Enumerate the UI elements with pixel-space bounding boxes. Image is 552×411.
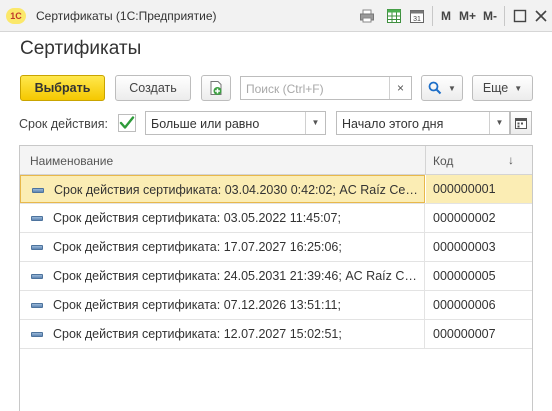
code-cell[interactable]: 000000002 xyxy=(426,204,532,232)
chevron-down-icon[interactable]: ▼ xyxy=(305,112,325,134)
row-item-icon xyxy=(31,245,43,250)
name-cell[interactable]: Срок действия сертификата: 07.12.2026 13… xyxy=(20,291,425,319)
calendar-icon xyxy=(515,118,527,129)
table-row[interactable]: Срок действия сертификата: 12.07.2027 15… xyxy=(20,320,532,349)
sort-arrow-icon: ↓ xyxy=(508,153,514,167)
certificate-name: Срок действия сертификата: 17.07.2027 16… xyxy=(53,240,342,254)
certificate-code: 000000007 xyxy=(433,327,496,341)
chevron-down-icon: ▼ xyxy=(448,83,456,93)
certificate-name: Срок действия сертификата: 24.05.2031 21… xyxy=(53,269,421,283)
table-row[interactable]: Срок действия сертификата: 03.04.2030 0:… xyxy=(20,175,532,204)
row-item-icon xyxy=(32,188,44,193)
code-cell[interactable]: 000000005 xyxy=(426,262,532,290)
date-value: Начало этого дня xyxy=(342,117,444,131)
table-row[interactable]: Срок действия сертификата: 24.05.2031 21… xyxy=(20,262,532,291)
calendar-icon[interactable]: 31 xyxy=(409,8,425,24)
more-button[interactable]: Еще ▼ xyxy=(472,75,533,101)
select-button[interactable]: Выбрать xyxy=(20,75,105,101)
search-button[interactable]: ▼ xyxy=(421,75,463,101)
certificate-code: 000000003 xyxy=(433,240,496,254)
name-cell[interactable]: Срок действия сертификата: 17.07.2027 16… xyxy=(20,233,425,261)
certificate-code: 000000006 xyxy=(433,298,496,312)
calendar-button[interactable] xyxy=(510,111,532,135)
validity-filter-label: Срок действия: xyxy=(19,117,108,131)
row-item-icon xyxy=(31,332,43,337)
search-input[interactable]: Поиск (Ctrl+F) × xyxy=(240,76,412,100)
memory-button[interactable]: M xyxy=(441,9,451,23)
chevron-down-icon: ▼ xyxy=(514,83,523,93)
column-header-name[interactable]: Наименование xyxy=(30,154,113,168)
name-cell[interactable]: Срок действия сертификата: 03.04.2030 0:… xyxy=(20,175,425,203)
name-cell[interactable]: Срок действия сертификата: 03.05.2022 11… xyxy=(20,204,425,232)
certificate-code: 000000001 xyxy=(433,182,496,196)
certificate-name: Срок действия сертификата: 03.04.2030 0:… xyxy=(54,183,422,197)
print-icon[interactable] xyxy=(359,8,375,24)
code-cell[interactable]: 000000006 xyxy=(426,291,532,319)
svg-text:31: 31 xyxy=(413,16,421,23)
condition-select[interactable]: Больше или равно ▼ xyxy=(145,111,326,135)
certificate-name: Срок действия сертификата: 12.07.2027 15… xyxy=(53,327,342,341)
certificate-code: 000000002 xyxy=(433,211,496,225)
add-from-file-icon xyxy=(210,81,222,95)
column-divider[interactable] xyxy=(425,146,426,175)
chevron-down-icon[interactable]: ▼ xyxy=(489,112,509,134)
search-icon xyxy=(428,81,442,95)
spreadsheet-icon[interactable] xyxy=(386,8,402,24)
code-cell[interactable]: 000000007 xyxy=(426,320,532,348)
certificate-name: Срок действия сертификата: 07.12.2026 13… xyxy=(53,298,341,312)
row-item-icon xyxy=(31,216,43,221)
code-cell[interactable]: 000000001 xyxy=(426,175,532,203)
certificate-code: 000000005 xyxy=(433,269,496,283)
window-title: Сертификаты (1С:Предприятие) xyxy=(36,9,217,23)
search-placeholder: Поиск (Ctrl+F) xyxy=(246,82,324,96)
table-row[interactable]: Срок действия сертификата: 17.07.2027 16… xyxy=(20,233,532,262)
memory-minus-button[interactable]: M- xyxy=(483,9,497,23)
memory-plus-button[interactable]: M+ xyxy=(459,9,476,23)
app-logo-icon: 1С xyxy=(6,8,26,24)
titlebar-separator xyxy=(432,6,433,26)
table-row[interactable]: Срок действия сертификата: 07.12.2026 13… xyxy=(20,291,532,320)
close-icon[interactable] xyxy=(533,8,549,24)
condition-value: Больше или равно xyxy=(151,117,260,131)
certificates-table: Наименование Код ↓ Срок действия сертифи… xyxy=(19,145,533,411)
maximize-icon[interactable] xyxy=(512,8,528,24)
titlebar-separator xyxy=(504,6,505,26)
table-row[interactable]: Срок действия сертификата: 03.05.2022 11… xyxy=(20,204,532,233)
certificate-name: Срок действия сертификата: 03.05.2022 11… xyxy=(53,211,341,225)
create-button[interactable]: Создать xyxy=(115,75,191,101)
row-item-icon xyxy=(31,303,43,308)
search-clear-button[interactable]: × xyxy=(389,77,411,99)
row-item-icon xyxy=(31,274,43,279)
checkbox-checked-icon[interactable] xyxy=(118,114,136,132)
code-cell[interactable]: 000000003 xyxy=(426,233,532,261)
name-cell[interactable]: Срок действия сертификата: 24.05.2031 21… xyxy=(20,262,425,290)
page-title: Сертификаты xyxy=(20,38,142,59)
table-header: Наименование Код ↓ xyxy=(20,146,532,175)
add-from-file-button[interactable] xyxy=(201,75,231,101)
window-titlebar: 1С Сертификаты (1С:Предприятие) 31 M M+ … xyxy=(0,0,552,32)
name-cell[interactable]: Срок действия сертификата: 12.07.2027 15… xyxy=(20,320,425,348)
more-button-label: Еще xyxy=(482,81,509,95)
date-select[interactable]: Начало этого дня ▼ xyxy=(336,111,510,135)
column-header-code[interactable]: Код xyxy=(433,154,453,168)
